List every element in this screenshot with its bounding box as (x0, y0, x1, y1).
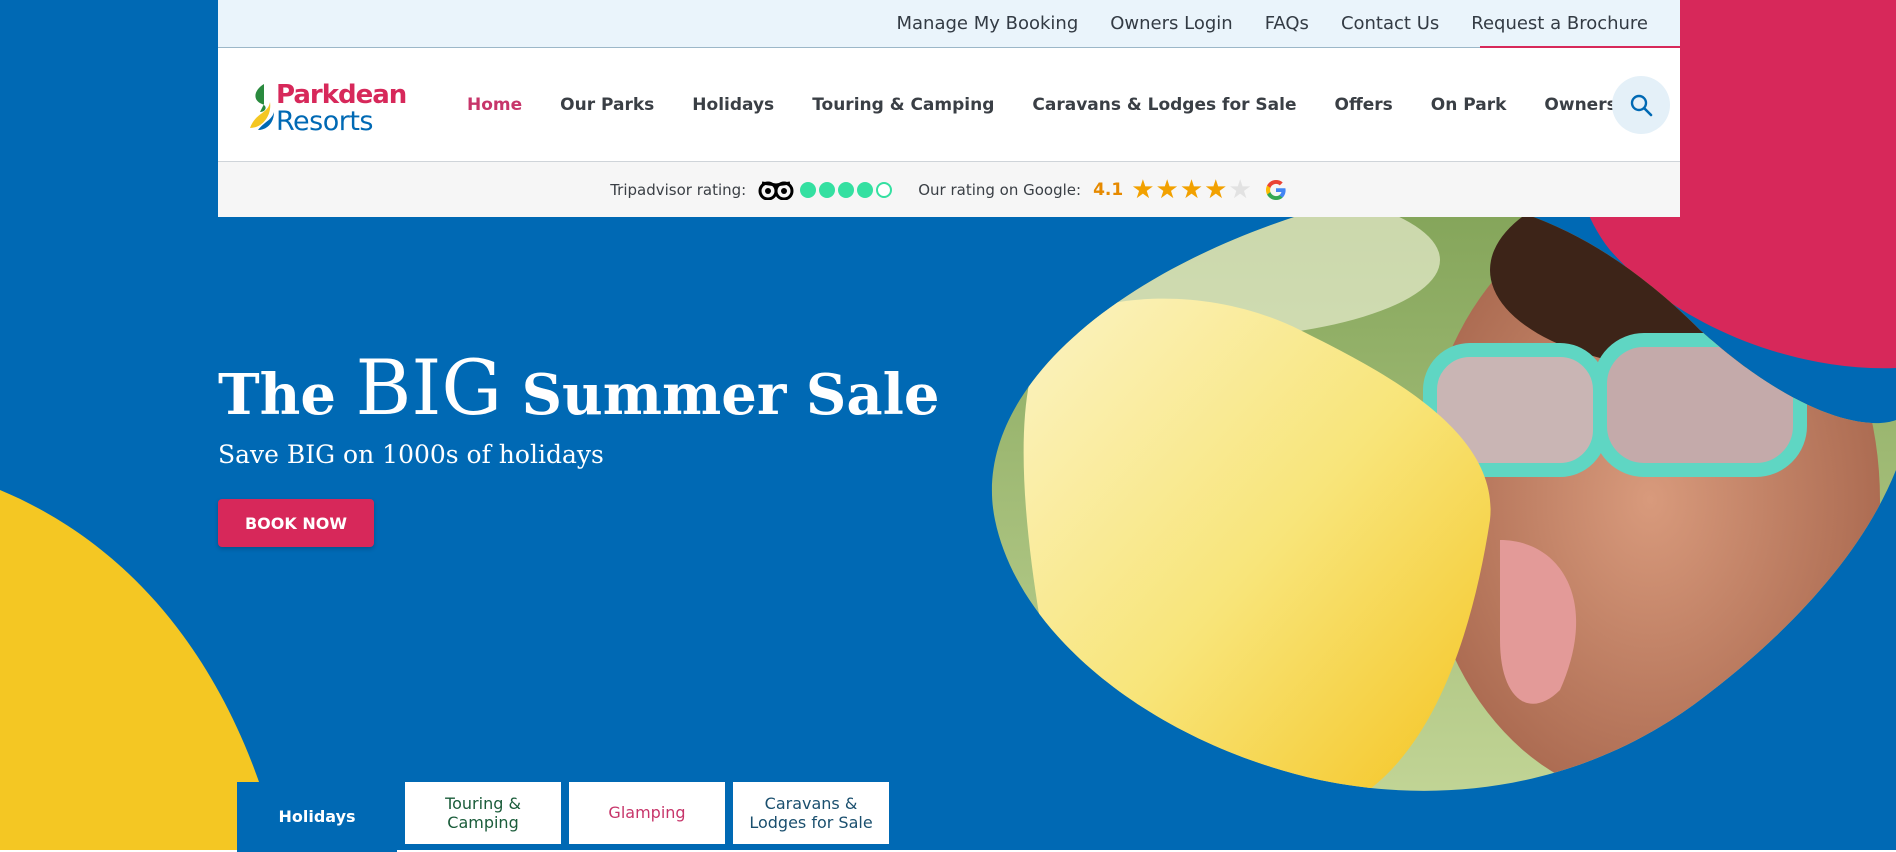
google-g-icon (1265, 179, 1286, 200)
nav-item-our-parks[interactable]: Our Parks (541, 95, 673, 115)
star-icon: ★ (1131, 174, 1155, 205)
manage-booking-link[interactable]: Manage My Booking (880, 13, 1094, 34)
star-icon: ★ (1228, 174, 1252, 205)
tripadvisor-bubble (838, 181, 855, 198)
google-rating-score: 4.1 (1093, 179, 1124, 200)
faqs-link[interactable]: FAQs (1249, 13, 1325, 34)
tripadvisor-label: Tripadvisor rating: (610, 180, 747, 199)
main-header: Parkdean Resorts Home Our Parks Holidays… (218, 48, 1680, 162)
google-star-rating: ★ ★ ★ ★ ★ (1131, 177, 1252, 203)
hero-title-part2: Summer Sale (521, 362, 940, 428)
search-icon (1630, 94, 1653, 117)
hero-title-big: BIG (355, 343, 503, 432)
search-tabs: Holidays Touring & Camping Glamping Cara… (237, 782, 889, 852)
contact-us-link[interactable]: Contact Us (1325, 13, 1455, 34)
star-icon: ★ (1179, 174, 1204, 205)
search-button[interactable] (1612, 76, 1670, 134)
tripadvisor-bubble (819, 181, 836, 198)
tab-touring-camping[interactable]: Touring & Camping (405, 782, 561, 844)
star-icon: ★ (1204, 174, 1228, 205)
tripadvisor-bubble (876, 181, 893, 198)
star-icon: ★ (1155, 174, 1179, 205)
nav-item-on-park[interactable]: On Park (1412, 95, 1526, 115)
tripadvisor-bubble (800, 181, 817, 198)
parkdean-logo[interactable]: Parkdean Resorts (246, 76, 407, 137)
owners-login-link[interactable]: Owners Login (1094, 13, 1248, 34)
google-rating-label: Our rating on Google: (918, 180, 1082, 199)
nav-item-holidays[interactable]: Holidays (673, 95, 793, 115)
hero-title-part1: The (218, 362, 337, 428)
tripadvisor-owl-icon (758, 181, 794, 200)
main-nav: Home Our Parks Holidays Touring & Campin… (448, 48, 1686, 162)
logo-mark-icon (250, 84, 274, 130)
tripadvisor-bubble-rating (800, 181, 893, 198)
book-now-button[interactable]: BOOK NOW (218, 499, 374, 547)
nav-item-offers[interactable]: Offers (1316, 95, 1412, 115)
tab-glamping[interactable]: Glamping (569, 782, 725, 844)
nav-item-home[interactable]: Home (448, 95, 541, 115)
logo-text-resorts: Resorts (276, 106, 374, 137)
tab-caravans-lodges[interactable]: Caravans & Lodges for Sale (733, 782, 889, 844)
nav-item-touring-camping[interactable]: Touring & Camping (793, 95, 1013, 115)
nav-item-caravans-lodges[interactable]: Caravans & Lodges for Sale (1013, 95, 1315, 115)
hero-subtitle: Save BIG on 1000s of holidays (218, 440, 604, 469)
utility-nav: Manage My Booking Owners Login FAQs Cont… (218, 0, 1680, 48)
hero-title: The BIG Summer Sale (218, 350, 940, 426)
ratings-strip: Tripadvisor rating: Our rating on Google… (218, 162, 1680, 217)
tab-holidays[interactable]: Holidays (237, 782, 397, 852)
tripadvisor-bubble (857, 181, 874, 198)
request-brochure-link[interactable]: Request a Brochure (1455, 13, 1664, 34)
